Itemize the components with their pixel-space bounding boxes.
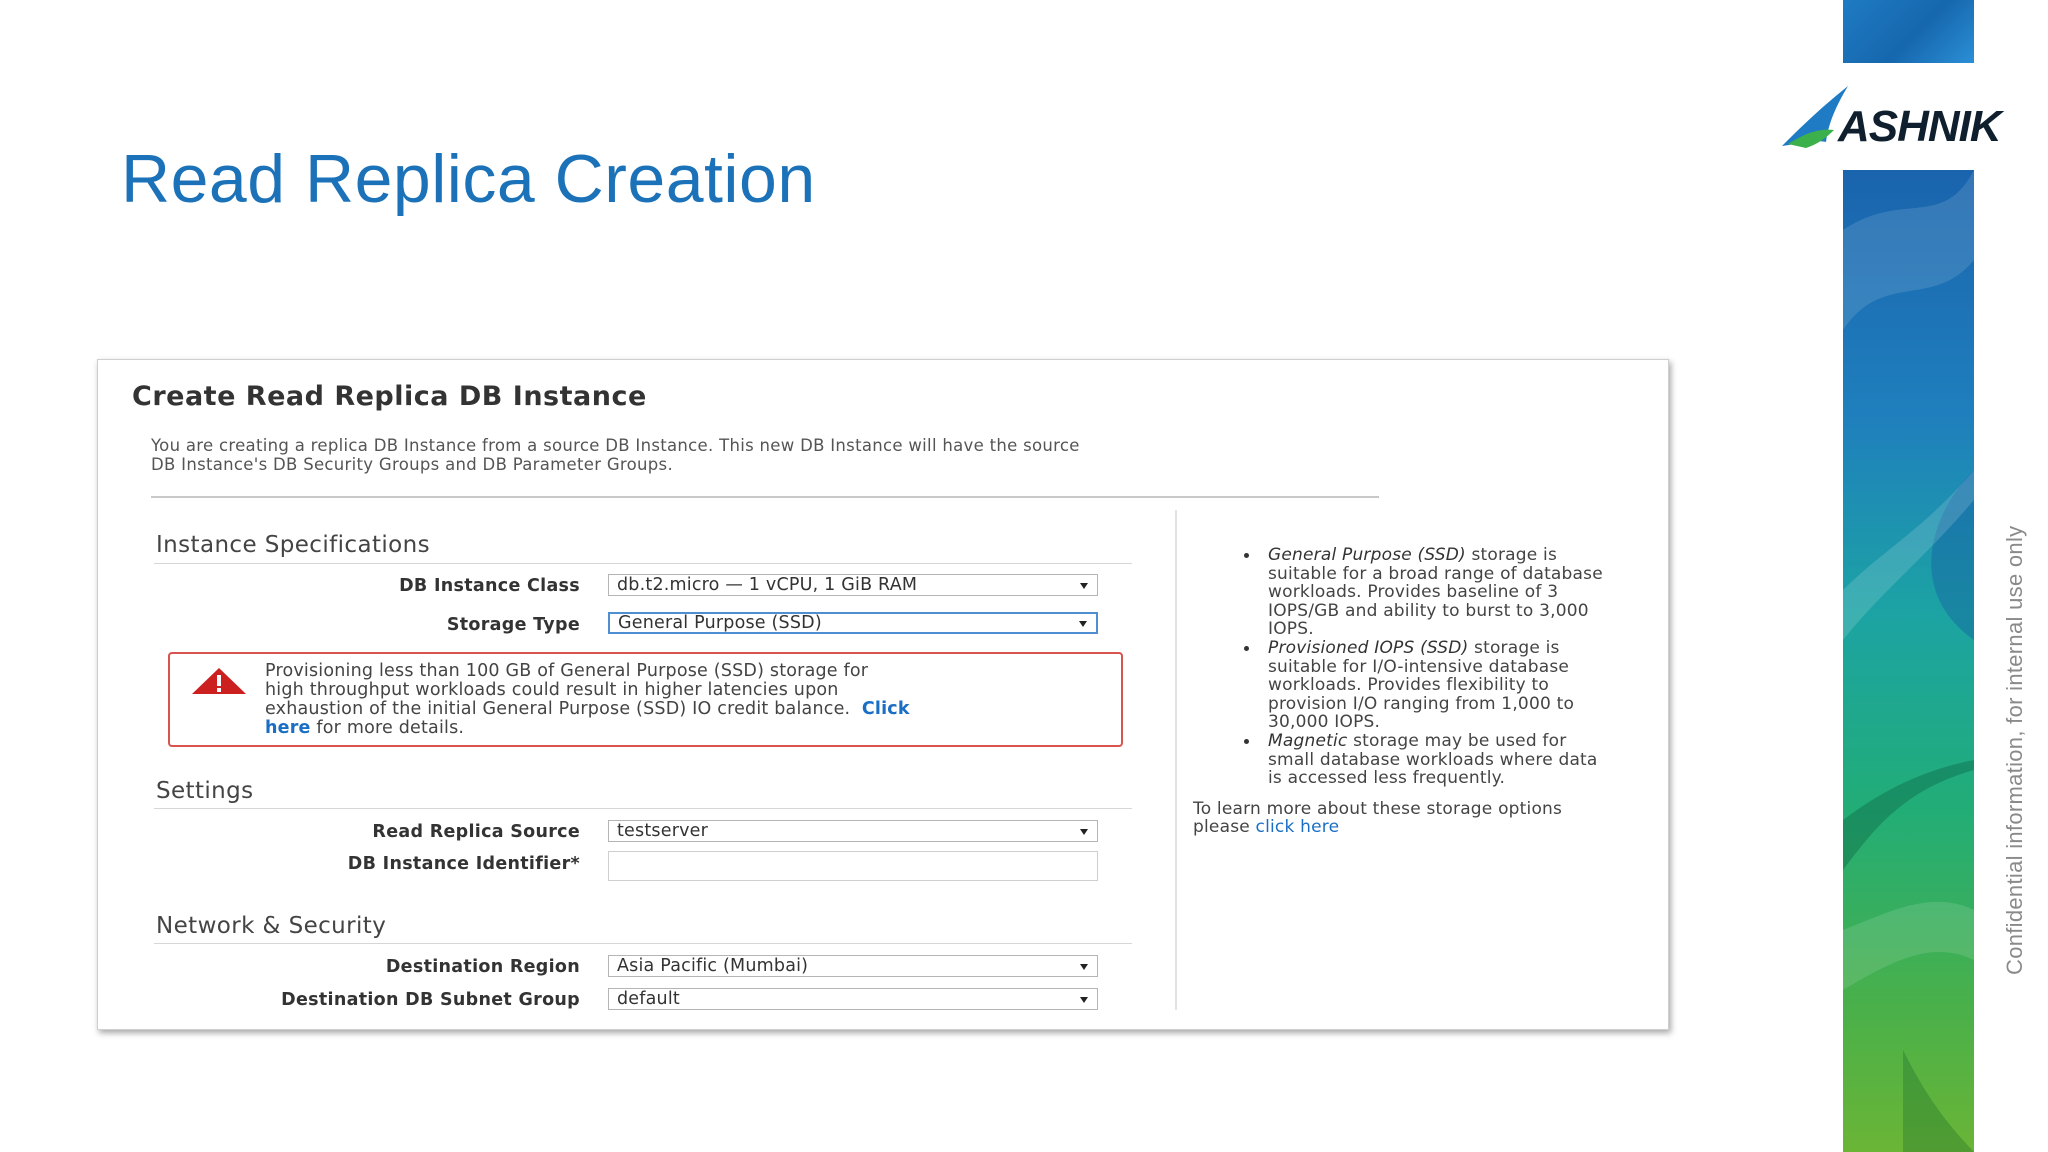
storage-warning-alert: Provisioning less than 100 GB of General… [168, 652, 1123, 747]
db-instance-class-select[interactable]: db.t2.micro — 1 vCPU, 1 GiB RAM [608, 574, 1098, 596]
read-replica-source-value: testserver [617, 821, 709, 841]
alert-line-2: high throughput workloads could result i… [265, 680, 839, 700]
section-divider [154, 943, 1132, 944]
section-divider [154, 563, 1132, 564]
description-line-1: You are creating a replica DB Instance f… [151, 436, 1080, 455]
column-divider [1175, 510, 1177, 1010]
warning-triangle-icon [192, 668, 246, 694]
decorative-band [1843, 170, 1974, 1152]
description-line-2: DB Instance's DB Security Groups and DB … [151, 455, 673, 474]
destination-region-label: Destination Region [385, 957, 580, 977]
logo-text: ASHNIK [1838, 102, 2002, 151]
chevron-down-icon [1079, 621, 1087, 627]
destination-subnet-group-value: default [617, 989, 680, 1009]
db-instance-class-label: DB Instance Class [399, 576, 580, 596]
db-instance-identifier-input[interactable] [608, 851, 1098, 881]
list-item: Provisioned IOPS (SSD) storage is suitab… [1244, 637, 1613, 732]
help-item-title: General Purpose (SSD) [1268, 545, 1466, 565]
slide-title: Read Replica Creation [121, 141, 816, 217]
help-here-link[interactable]: here [1300, 817, 1339, 837]
chevron-down-icon [1080, 829, 1088, 835]
help-item-title: Provisioned IOPS (SSD) [1268, 637, 1469, 658]
alert-line-3: exhaustion of the initial General Purpos… [265, 699, 851, 719]
destination-region-value: Asia Pacific (Mumbai) [617, 956, 809, 976]
storage-help-text: General Purpose (SSD) storage is suitabl… [1193, 546, 1613, 837]
description-divider [151, 496, 1379, 498]
list-item: Magnetic storage may be used for small d… [1244, 730, 1613, 788]
section-network-security: Network & Security [156, 913, 387, 939]
section-instance-specifications: Instance Specifications [156, 532, 430, 558]
db-instance-class-value: db.t2.micro — 1 vCPU, 1 GiB RAM [617, 575, 918, 595]
destination-subnet-group-label: Destination DB Subnet Group [281, 990, 580, 1010]
decorative-band-top [1843, 0, 1974, 63]
section-divider [154, 808, 1132, 809]
db-instance-identifier-label: DB Instance Identifier* [347, 854, 580, 874]
panel-title: Create Read Replica DB Instance [132, 381, 647, 412]
create-read-replica-panel: Create Read Replica DB Instance You are … [97, 359, 1669, 1030]
storage-options-list: General Purpose (SSD) storage is suitabl… [1193, 546, 1613, 788]
help-click-link[interactable]: click [1256, 817, 1295, 837]
help-footer-text: To learn more about these storage option… [1193, 798, 1563, 838]
section-settings: Settings [156, 778, 254, 804]
list-item: General Purpose (SSD) storage is suitabl… [1244, 545, 1613, 639]
alert-line-4: for more details. [316, 718, 465, 738]
chevron-down-icon [1080, 583, 1088, 589]
alert-line-1: Provisioning less than 100 GB of General… [265, 661, 869, 681]
destination-subnet-group-select[interactable]: default [608, 988, 1098, 1010]
alert-click-link[interactable]: Click [862, 699, 910, 719]
alert-here-link[interactable]: here [265, 718, 311, 738]
read-replica-source-select[interactable]: testserver [608, 820, 1098, 842]
storage-type-select[interactable]: General Purpose (SSD) [608, 612, 1098, 634]
chevron-down-icon [1080, 964, 1088, 970]
panel-description: You are creating a replica DB Instance f… [151, 436, 1331, 474]
storage-type-value: General Purpose (SSD) [618, 613, 822, 633]
destination-region-select[interactable]: Asia Pacific (Mumbai) [608, 955, 1098, 977]
read-replica-source-label: Read Replica Source [372, 822, 580, 842]
alert-message: Provisioning less than 100 GB of General… [265, 662, 1115, 738]
confidential-note: Confidential information, for internal u… [2002, 525, 2027, 975]
help-footer: To learn more about these storage option… [1193, 800, 1613, 837]
chevron-down-icon [1080, 997, 1088, 1003]
help-item-title: Magnetic [1268, 730, 1348, 751]
storage-type-label: Storage Type [446, 615, 580, 635]
